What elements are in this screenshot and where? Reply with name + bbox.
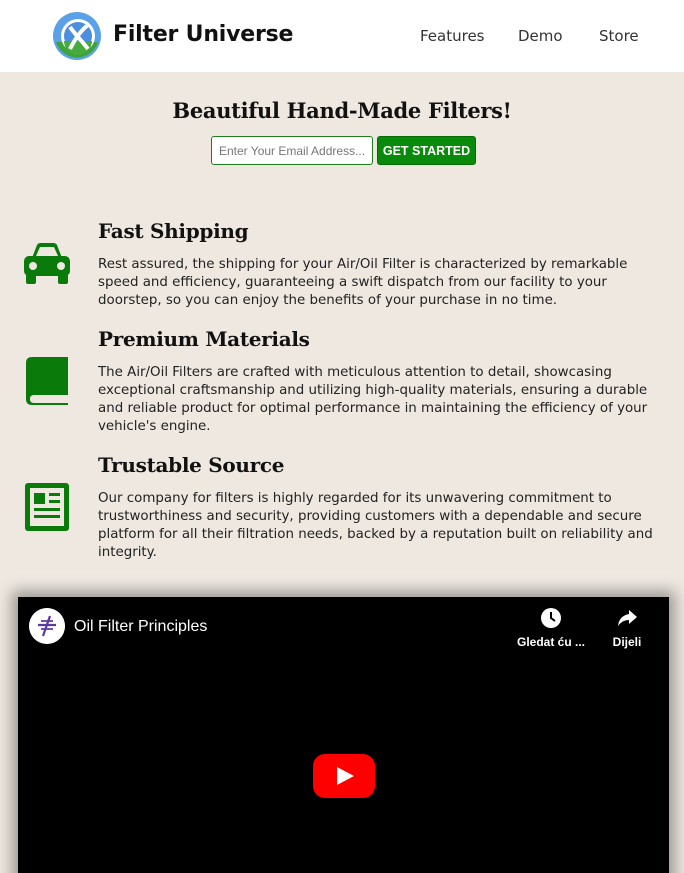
play-icon[interactable] (313, 754, 375, 798)
nav-link-features[interactable]: Features (420, 27, 485, 45)
logo-icon[interactable] (52, 11, 102, 61)
channel-avatar[interactable] (29, 608, 65, 644)
brand-name[interactable]: Filter Universe (113, 22, 293, 47)
car-icon (24, 243, 70, 284)
feature-title: Fast Shipping (98, 219, 249, 243)
watch-later-label: Gledat ću ... (516, 635, 585, 649)
hero-title: Beautiful Hand-Made Filters! (172, 98, 512, 123)
feature-text: Rest assured, the shipping for your Air/… (98, 257, 628, 308)
feature-text: Our company for filters is highly regard… (98, 491, 653, 560)
share-label: Dijeli (612, 635, 642, 649)
clock-icon (541, 608, 561, 628)
feature-title: Premium Materials (98, 327, 310, 351)
video-player[interactable]: Oil Filter Principles Gledat ću ... Dije… (18, 597, 669, 873)
nav-link-demo[interactable]: Demo (518, 27, 563, 45)
newspaper-icon (25, 483, 69, 531)
feature-title: Trustable Source (98, 453, 285, 477)
nav-link-store[interactable]: Store (599, 27, 639, 45)
share-icon (618, 610, 637, 626)
get-started-button[interactable]: GET STARTED (377, 136, 476, 165)
book-icon (26, 357, 68, 405)
email-input[interactable] (211, 136, 373, 165)
video-title[interactable]: Oil Filter Principles (74, 618, 207, 636)
share-button[interactable]: Dijeli (604, 607, 650, 649)
watch-later-button[interactable]: Gledat ću ... (510, 607, 592, 649)
feature-text: The Air/Oil Filters are crafted with met… (98, 365, 648, 434)
site-header: Filter Universe Features Demo Store (0, 0, 684, 72)
